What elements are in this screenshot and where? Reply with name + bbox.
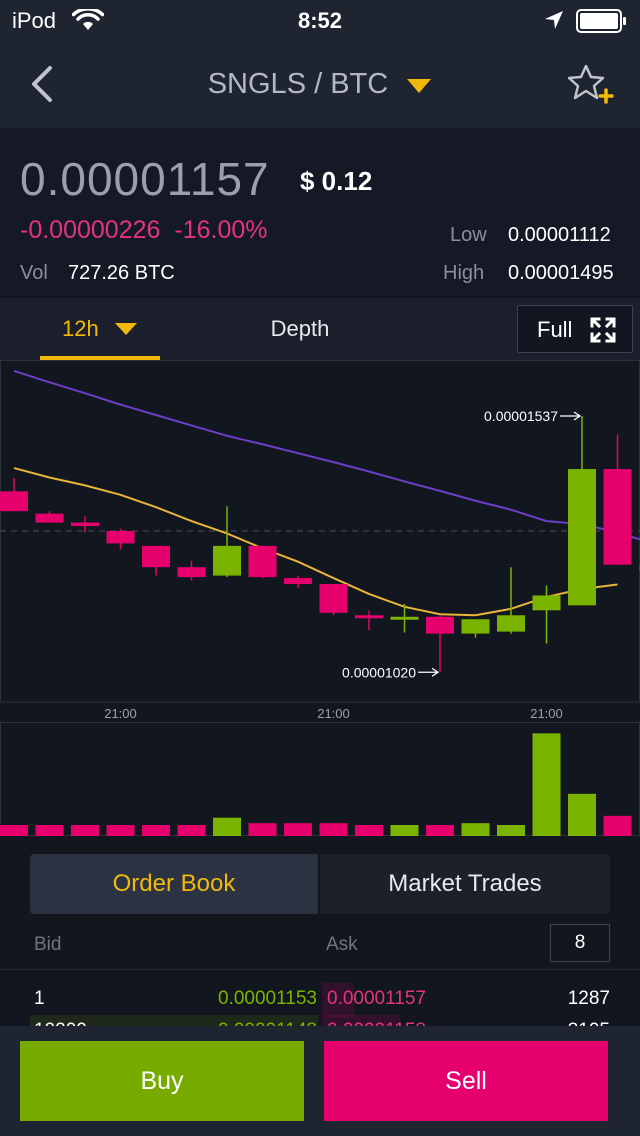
candle-body <box>603 469 632 565</box>
volume-bar <box>106 825 135 836</box>
candle-body <box>35 513 64 523</box>
interval-label: 12h <box>62 316 99 341</box>
volume-bar <box>319 823 348 836</box>
tab-depth[interactable]: Depth <box>240 316 360 342</box>
candle-body <box>106 531 135 544</box>
x-tick-label: 21:00 <box>530 706 563 721</box>
chart-tabs: 12h Depth Full <box>0 298 640 360</box>
ask-amount: 1287 <box>567 988 610 1009</box>
candle-body <box>213 545 241 576</box>
candle-body <box>568 469 596 606</box>
candle-body <box>426 616 454 634</box>
tab-interval[interactable]: 12h <box>40 298 160 360</box>
x-tick-label: 21:00 <box>104 706 137 721</box>
candle-body <box>390 616 419 620</box>
arrow-right-icon <box>418 667 440 677</box>
location-arrow-icon <box>543 9 565 36</box>
expand-icon <box>590 317 616 343</box>
tab-order-book[interactable]: Order Book <box>30 854 318 914</box>
buy-button[interactable]: Buy <box>20 1041 304 1121</box>
order-book-row[interactable]: 1 0.00001153 0.00001157 1287 <box>0 983 640 1017</box>
header: SNGLS / BTC <box>0 40 640 128</box>
candle-body <box>0 491 28 512</box>
star-add-icon <box>567 64 614 104</box>
candle-body <box>532 595 561 611</box>
depth-selector[interactable]: 8 <box>550 924 610 962</box>
bid-price: 0.00001153 <box>218 988 317 1009</box>
volume-bar <box>461 823 490 836</box>
usd-price: $ 0.12 <box>300 166 373 196</box>
price-panel: 0.00001157 $ 0.12 -0.00000226 -16.00% Vol… <box>0 128 640 296</box>
order-book-header: Bid Ask 8 <box>0 920 640 970</box>
bid-amount: 1 <box>34 988 45 1009</box>
volume-bar <box>532 733 561 836</box>
price-change: -0.00000226 -16.00% <box>20 216 268 245</box>
candle-body <box>461 619 490 634</box>
high-value: 0.00001495 <box>508 262 614 284</box>
status-bar: iPod 8:52 <box>0 0 640 40</box>
volume-bar <box>177 825 206 836</box>
pair-selector[interactable]: SNGLS / BTC <box>0 68 640 102</box>
tab-market-trades[interactable]: Market Trades <box>320 854 610 914</box>
full-screen-button[interactable]: Full <box>517 305 633 353</box>
favorite-button[interactable] <box>566 62 614 110</box>
volume-bar <box>603 815 632 836</box>
candle-body <box>355 615 383 619</box>
sell-button[interactable]: Sell <box>324 1041 608 1121</box>
candle-body <box>248 545 277 578</box>
arrow-right-icon <box>560 411 582 421</box>
candle-body <box>71 522 99 527</box>
low-value: 0.00001112 <box>508 224 611 246</box>
candle-body <box>284 578 312 585</box>
candle-body <box>319 584 348 613</box>
volume-bar <box>71 825 99 836</box>
x-tick-label: 21:00 <box>317 706 350 721</box>
high-label: High <box>443 262 485 284</box>
volume-bar <box>0 825 28 836</box>
ask-price: 0.00001157 <box>327 988 426 1009</box>
max-price-annotation: 0.00001537 <box>484 408 558 424</box>
tab-order-book-label: Order Book <box>112 870 236 897</box>
candle-body <box>497 615 525 632</box>
tab-market-trades-label: Market Trades <box>388 870 542 897</box>
volume-bar <box>568 793 596 836</box>
price-change-abs: -0.00000226 <box>20 216 161 244</box>
volume-bar <box>142 825 170 836</box>
volume-bar <box>35 825 64 836</box>
last-price: 0.00001157 <box>20 153 270 205</box>
battery-icon <box>576 9 628 38</box>
volume-bar <box>426 825 454 836</box>
app: iPod 8:52 SNGLS / BTC 0.00001157 $ 0.12 … <box>0 0 640 1136</box>
candle-body <box>177 567 206 578</box>
volume-bar <box>390 825 419 836</box>
trade-footer: Buy Sell <box>0 1026 640 1136</box>
price-change-pct: -16.00% <box>174 216 268 244</box>
full-label: Full <box>537 317 573 342</box>
candlestick-chart[interactable]: 0.00001537 0.00001020 21:00 21:00 21:00 <box>0 360 640 836</box>
volume-bar <box>355 825 383 836</box>
volume-label: Vol <box>20 262 48 284</box>
ma-fast-line <box>13 467 618 617</box>
min-price-annotation: 0.00001020 <box>342 664 416 680</box>
volume-value: 727.26 BTC <box>68 262 175 284</box>
caret-down-icon <box>406 69 432 102</box>
caret-down-icon <box>115 323 137 335</box>
ask-column-label: Ask <box>326 934 358 955</box>
volume-bar <box>248 823 277 836</box>
bid-column-label: Bid <box>34 934 62 955</box>
order-book-tabs: Order Book Market Trades <box>30 854 610 914</box>
low-label: Low <box>450 224 487 246</box>
volume-bar <box>284 823 312 836</box>
chart-canvas: 0.00001537 0.00001020 21:00 21:00 21:00 <box>0 360 640 836</box>
pair-label: SNGLS / BTC <box>207 68 389 100</box>
volume-bar <box>497 825 525 836</box>
ma-slow-line <box>13 369 640 541</box>
volume-bar <box>213 817 241 836</box>
candle-body <box>142 545 170 568</box>
